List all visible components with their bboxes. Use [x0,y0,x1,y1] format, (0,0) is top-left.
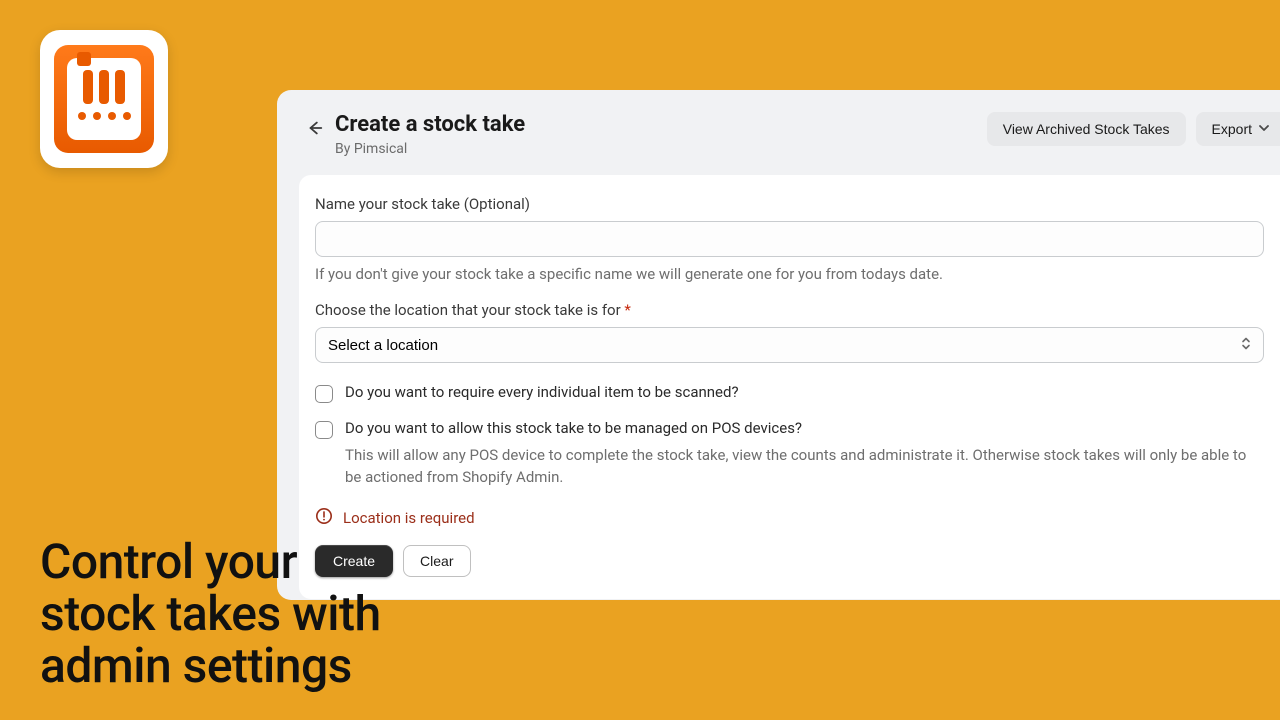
error-text: Location is required [343,509,475,527]
scan-label: Do you want to require every individual … [345,383,739,401]
app-logo-graphic [67,58,141,140]
view-archived-label: View Archived Stock Takes [1003,121,1170,137]
back-arrow-icon[interactable] [305,118,325,138]
page-title: Create a stock take [335,112,525,137]
name-label: Name your stock take (Optional) [315,195,1264,213]
pos-description: This will allow any POS device to comple… [345,445,1264,489]
scan-checkbox-row: Do you want to require every individual … [315,383,1264,403]
pos-checkbox[interactable] [315,421,333,439]
form-card: Name your stock take (Optional) If you d… [299,175,1280,599]
hero-text: Control your stock takes with admin sett… [40,536,381,691]
byline: By Pimsical [335,141,525,157]
location-select-wrap: Select a location [315,327,1264,363]
chevron-down-icon [1258,121,1270,137]
view-archived-button[interactable]: View Archived Stock Takes [987,112,1186,146]
pos-checkbox-row: Do you want to allow this stock take to … [315,419,1264,439]
location-select[interactable]: Select a location [315,327,1264,363]
form-actions: Create Clear [315,545,1264,577]
required-mark: * [624,301,630,319]
header-left: Create a stock take By Pimsical [305,112,525,157]
pos-label: Do you want to allow this stock take to … [345,419,802,437]
panel-header: Create a stock take By Pimsical View Arc… [277,90,1280,175]
hero-line-1: Control your [40,536,381,588]
app-panel: Create a stock take By Pimsical View Arc… [277,90,1280,600]
clear-button[interactable]: Clear [403,545,470,577]
export-button[interactable]: Export [1196,112,1280,146]
error-message: Location is required [315,507,1264,529]
name-help-text: If you don't give your stock take a spec… [315,265,1264,283]
header-actions: View Archived Stock Takes Export [987,112,1280,146]
hero-line-2: stock takes with [40,588,381,640]
name-input[interactable] [315,221,1264,257]
alert-icon [315,507,333,529]
scan-checkbox[interactable] [315,385,333,403]
location-label-text: Choose the location that your stock take… [315,301,624,319]
app-logo [40,30,168,168]
hero-line-3: admin settings [40,640,381,692]
export-label: Export [1212,121,1252,137]
app-logo-inner [54,45,154,153]
location-label: Choose the location that your stock take… [315,301,1264,319]
